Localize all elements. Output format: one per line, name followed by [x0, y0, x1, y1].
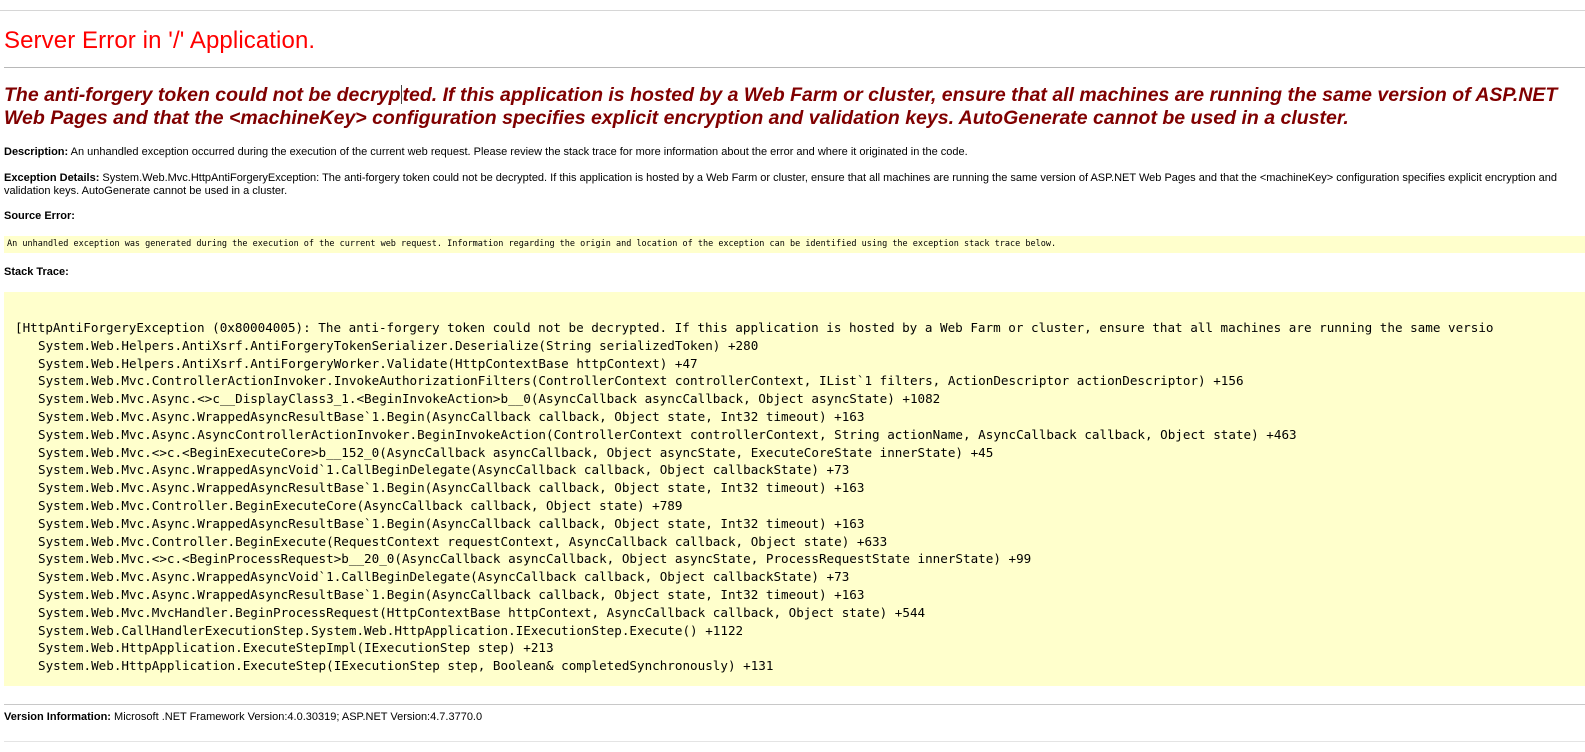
stack-frame: System.Web.Mvc.Async.WrappedAsyncVoid`1.… — [38, 462, 850, 478]
error-message[interactable]: The anti-forgery token could not be decr… — [4, 84, 1564, 130]
stack-frame: System.Web.Mvc.Async.AsyncControllerActi… — [38, 426, 1297, 442]
stack-frame: System.Web.HttpApplication.ExecuteStep(I… — [38, 658, 774, 674]
error-message-part1: The anti-forgery token could not be decr… — [4, 84, 401, 106]
exception-details-label: Exception Details: — [4, 172, 100, 184]
stack-trace-text: [HttpAntiForgeryException (0x80004005): … — [15, 319, 1494, 675]
stack-frame: System.Web.Mvc.Controller.BeginExecuteCo… — [38, 497, 683, 513]
stack-trace-header: [HttpAntiForgeryException (0x80004005): … — [15, 320, 1494, 335]
stack-trace-box[interactable]: [HttpAntiForgeryException (0x80004005): … — [4, 292, 1585, 686]
stack-frame: System.Web.Mvc.<>c.<BeginProcessRequest>… — [38, 551, 1032, 567]
end-divider — [4, 741, 1585, 742]
footer-divider — [4, 704, 1585, 705]
page-title: Server Error in '/' Application. — [4, 27, 316, 54]
exception-details-text: System.Web.Mvc.HttpAntiForgeryException:… — [4, 172, 1558, 197]
stack-trace-label: Stack Trace: — [4, 266, 69, 278]
source-error-text: An unhandled exception was generated dur… — [7, 239, 1057, 249]
version-info-label: Version Information: — [4, 711, 111, 723]
version-info-text: Microsoft .NET Framework Version:4.0.303… — [110, 711, 483, 723]
description-label: Description: — [4, 146, 69, 158]
stack-frame: System.Web.Mvc.Async.WrappedAsyncResultB… — [38, 586, 865, 602]
stack-frame: System.Web.Mvc.Async.<>c__DisplayClass3_… — [38, 391, 941, 407]
stack-frame: System.Web.Mvc.Async.WrappedAsyncResultB… — [38, 408, 865, 424]
error-page: Server Error in '/' Application. The ant… — [0, 0, 1585, 752]
source-error-box: An unhandled exception was generated dur… — [4, 236, 1585, 253]
stack-frame: System.Web.Mvc.MvcHandler.BeginProcessRe… — [38, 604, 926, 620]
description-text: An unhandled exception occurred during t… — [68, 146, 968, 158]
description-row: Description: An unhandled exception occu… — [4, 146, 1569, 159]
stack-frame: System.Web.Mvc.<>c.<BeginExecuteCore>b__… — [38, 444, 994, 460]
stack-frame: System.Web.Mvc.Controller.BeginExecute(R… — [38, 533, 888, 549]
stack-frame: System.Web.Mvc.ControllerActionInvoker.I… — [38, 373, 1244, 389]
stack-frame: System.Web.Helpers.AntiXsrf.AntiForgeryT… — [38, 337, 759, 353]
title-divider — [4, 67, 1585, 68]
stack-frame: System.Web.Mvc.Async.WrappedAsyncResultB… — [38, 515, 865, 531]
stack-frame: System.Web.HttpApplication.ExecuteStepIm… — [38, 640, 554, 656]
stack-frame: System.Web.CallHandlerExecutionStep.Syst… — [38, 622, 744, 638]
version-info-row: Version Information: Microsoft .NET Fram… — [4, 711, 482, 724]
stack-frame: System.Web.Mvc.Async.WrappedAsyncResultB… — [38, 480, 865, 496]
stack-frame: System.Web.Helpers.AntiXsrf.AntiForgeryW… — [38, 355, 698, 371]
stack-frame: System.Web.Mvc.Async.WrappedAsyncVoid`1.… — [38, 569, 850, 585]
source-error-label: Source Error: — [4, 210, 75, 222]
top-divider — [0, 10, 1585, 11]
exception-details-row: Exception Details: System.Web.Mvc.HttpAn… — [4, 172, 1569, 198]
